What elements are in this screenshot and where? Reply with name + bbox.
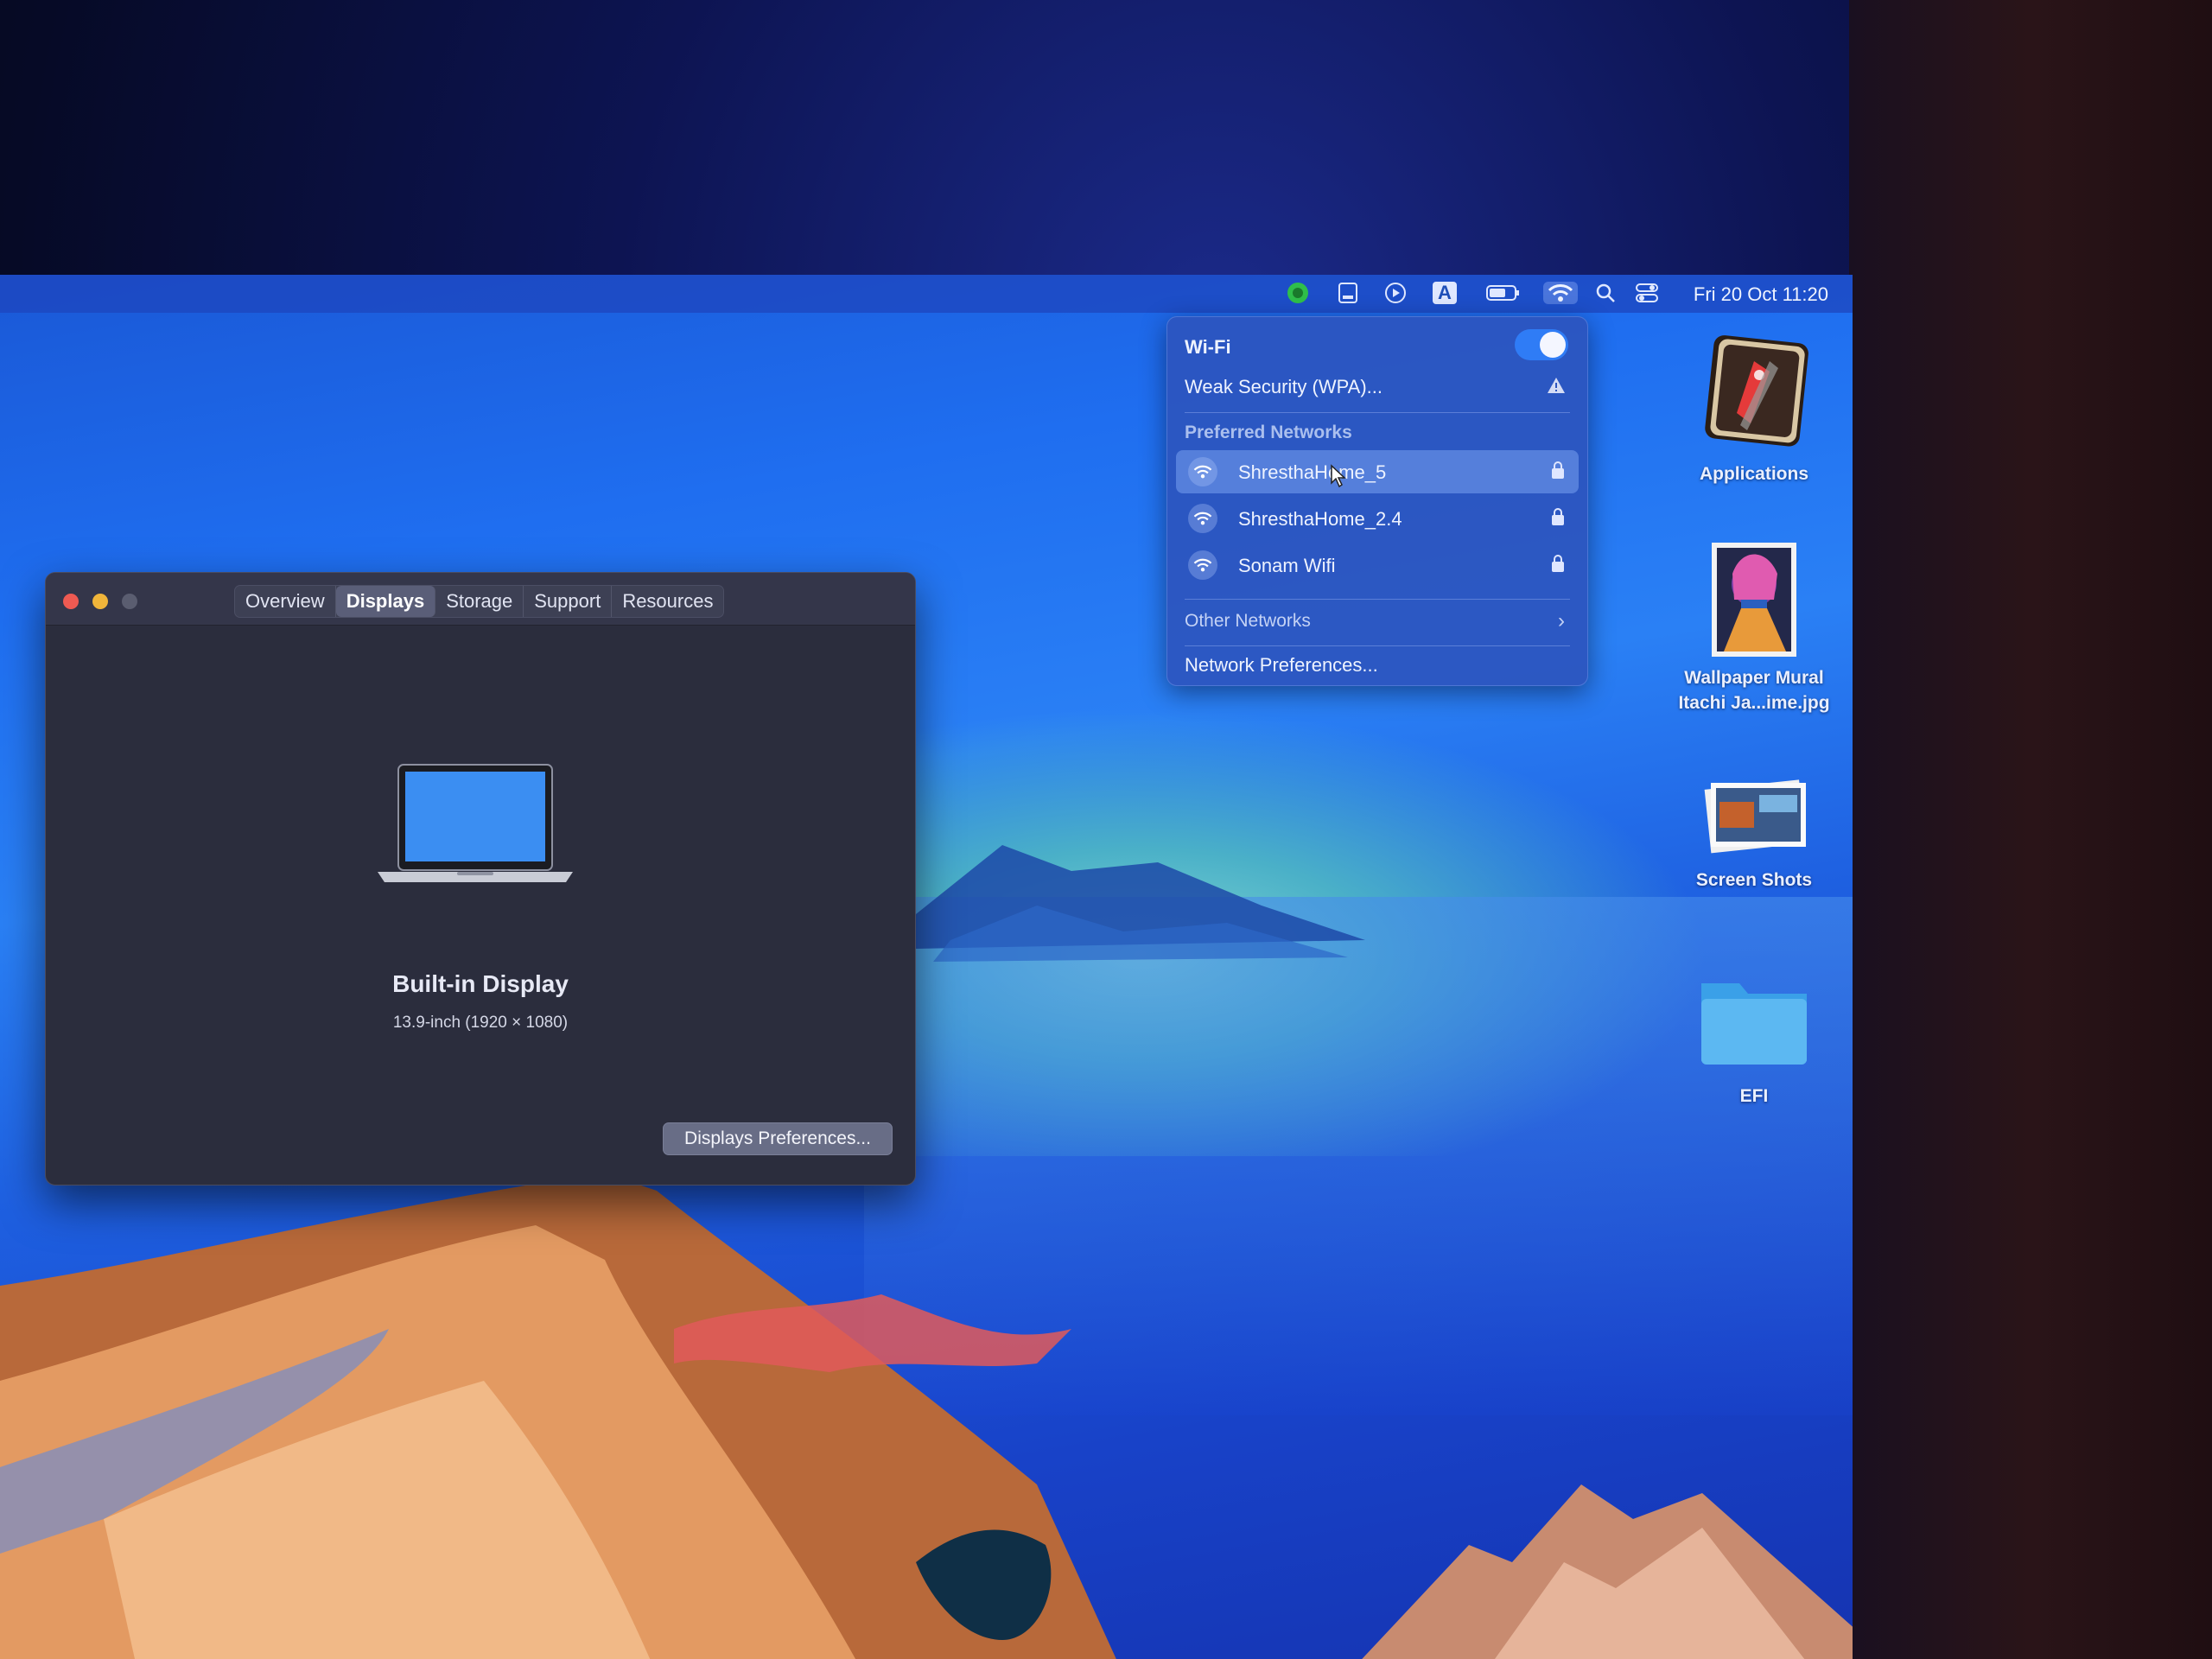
desktop-icon-label: Applications [1699,464,1808,484]
photo-background-right [1849,0,2212,1659]
lock-icon [1552,461,1564,479]
screenshots-folder-icon [1704,779,1806,854]
lock-icon [1552,555,1564,572]
separator [1185,645,1570,646]
tab-resources[interactable]: Resources [612,586,723,617]
network-item-sonam-wifi[interactable]: Sonam Wifi [1176,543,1579,587]
network-name: ShresthaHome_2.4 [1238,508,1402,530]
desktop-icon-label: Itachi Ja...ime.jpg [1678,693,1830,713]
window-titlebar: Overview Displays Storage Support Resour… [46,573,915,626]
wifi-menu-title: Wi-Fi [1185,336,1231,358]
lock-icon [1552,508,1564,525]
close-button[interactable] [63,594,79,609]
tab-support[interactable]: Support [524,586,613,617]
control-center-icon[interactable] [1635,282,1659,304]
chevron-right-icon: › [1558,609,1565,632]
wifi-current-network[interactable]: Weak Security (WPA)... [1185,376,1570,398]
preferred-networks-header: Preferred Networks [1185,423,1352,442]
wallpaper-cliffs [0,1173,1116,1659]
desktop-icon-label: EFI [1739,1086,1769,1106]
tab-overview[interactable]: Overview [235,586,336,617]
display-spec: 13.9-inch (1920 × 1080) [392,1014,569,1032]
search-icon[interactable] [1595,282,1616,304]
tab-displays[interactable]: Displays [335,586,436,617]
image-file-icon [1712,543,1796,657]
tab-bar: Overview Displays Storage Support Resour… [234,585,725,618]
wifi-menu: Wi-Fi Weak Security (WPA)... Preferred N… [1166,316,1588,686]
folder-icon [1701,983,1807,1065]
displays-preferences-button[interactable]: Displays Preferences... [663,1122,893,1155]
disk-icon[interactable] [1336,282,1360,304]
tab-storage[interactable]: Storage [435,586,524,617]
desktop-icon-label: Screen Shots [1695,870,1813,890]
menubar-clock[interactable]: Fri 20 Oct 11:20 [1694,283,1828,306]
wifi-icon[interactable] [1543,282,1578,304]
desktop-icon-screen-shots[interactable]: Screen Shots [1659,767,1849,893]
play-icon[interactable] [1384,282,1407,304]
warning-icon [1548,378,1565,393]
status-green-icon[interactable] [1286,282,1310,304]
desktop-icon-wallpaper-mural[interactable]: Wallpaper Mural Itachi Ja...ime.jpg [1659,539,1849,715]
wallpaper-island [916,845,1365,962]
applications-folder-icon [1705,335,1808,447]
weak-security-label: Weak Security (WPA)... [1185,376,1383,397]
laptop-icon [378,764,573,882]
keyboard-input-icon[interactable]: A [1433,282,1457,304]
network-item-shresthahome-2-4[interactable]: ShresthaHome_2.4 [1176,497,1579,540]
minimize-button[interactable] [92,594,108,609]
wifi-signal-icon [1188,550,1217,580]
network-item-shresthahome-5[interactable]: ShresthaHome_5 [1176,450,1579,493]
wifi-toggle[interactable] [1515,329,1568,360]
separator [1185,599,1570,600]
other-networks-item[interactable]: Other Networks › [1185,609,1570,632]
network-name: Sonam Wifi [1238,555,1336,576]
separator [1185,412,1570,413]
menu-bar: A Fri 20 Oct 11:20 [0,275,1853,313]
desktop-icon-applications[interactable]: Applications [1659,327,1849,486]
battery-icon[interactable] [1486,282,1521,304]
desktop-screen: A Fri 20 Oct 11:20 Wi-Fi Weak Security (… [0,275,1853,1659]
wifi-toggle-knob [1540,332,1566,358]
about-this-mac-window: Overview Displays Storage Support Resour… [45,572,916,1185]
other-networks-label: Other Networks [1185,611,1311,631]
wifi-signal-icon [1188,504,1217,533]
network-preferences-item[interactable]: Network Preferences... [1185,654,1570,677]
network-name: ShresthaHome_5 [1238,461,1387,483]
desktop-icon-efi[interactable]: EFI [1659,966,1849,1109]
zoom-button[interactable] [122,594,137,609]
display-name: Built-in Display [392,970,569,997]
wallpaper-mountain [1362,1484,1853,1659]
desktop-icon-label: Wallpaper Mural [1684,668,1824,688]
mouse-cursor-icon [1331,464,1346,488]
wifi-signal-icon [1188,457,1217,486]
